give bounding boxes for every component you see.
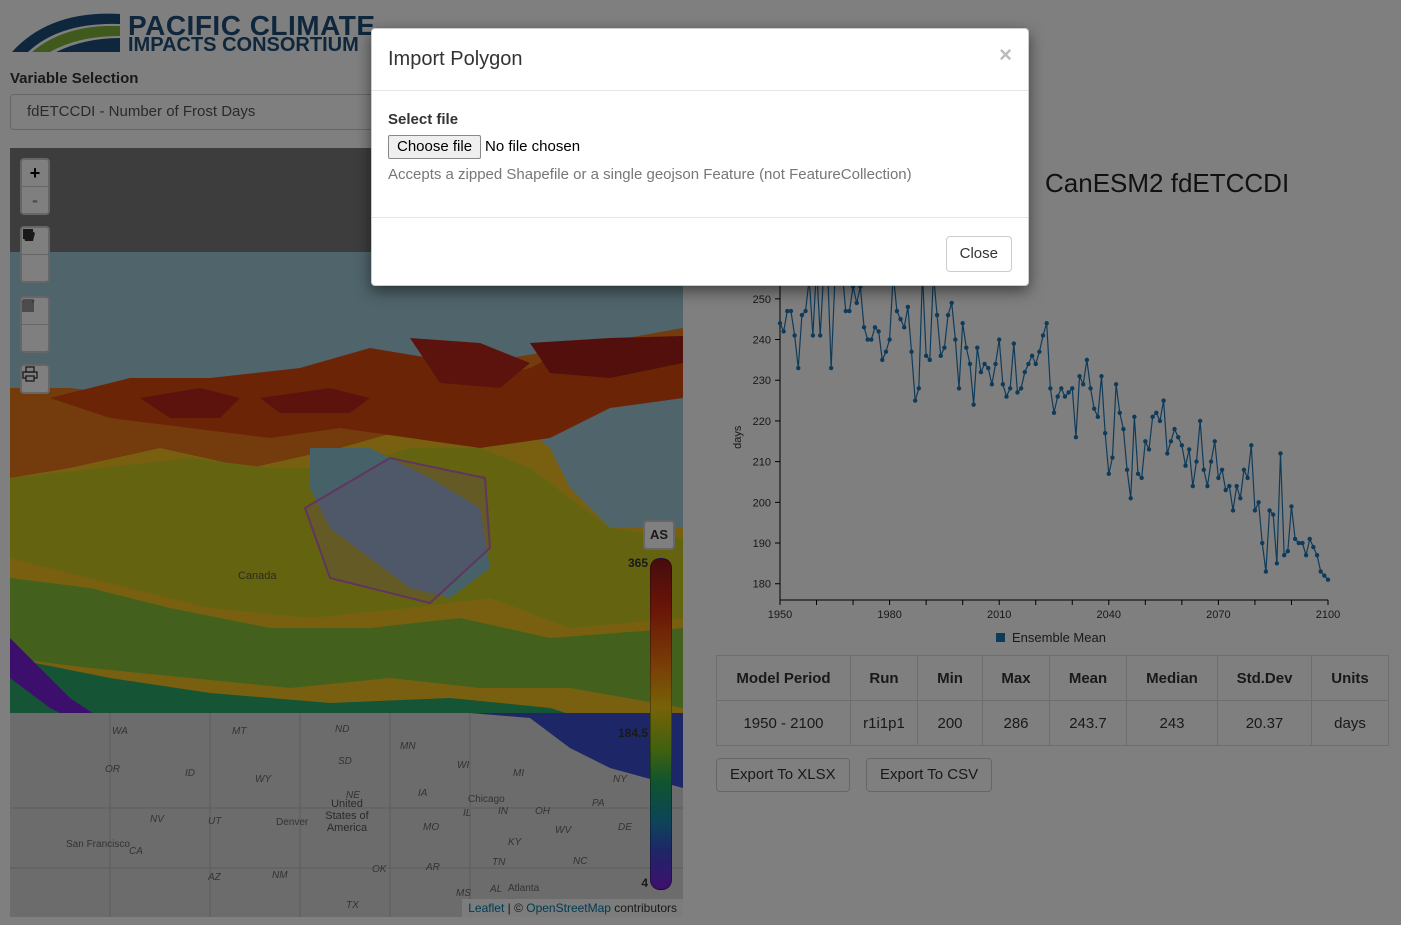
select-file-label: Select file	[388, 111, 459, 128]
modal-close-icon[interactable]: ×	[999, 42, 1012, 68]
import-polygon-modal: Import Polygon × Select file Choose file…	[371, 28, 1029, 286]
no-file-chosen-text: No file chosen	[485, 138, 581, 155]
modal-header: Import Polygon ×	[372, 29, 1028, 91]
close-button[interactable]: Close	[945, 236, 1012, 272]
modal-body: Select file Choose file No file chosen A…	[372, 91, 1028, 218]
file-help-text: Accepts a zipped Shapefile or a single g…	[388, 166, 912, 183]
modal-title: Import Polygon	[388, 48, 523, 70]
choose-file-button[interactable]: Choose file	[388, 135, 482, 159]
